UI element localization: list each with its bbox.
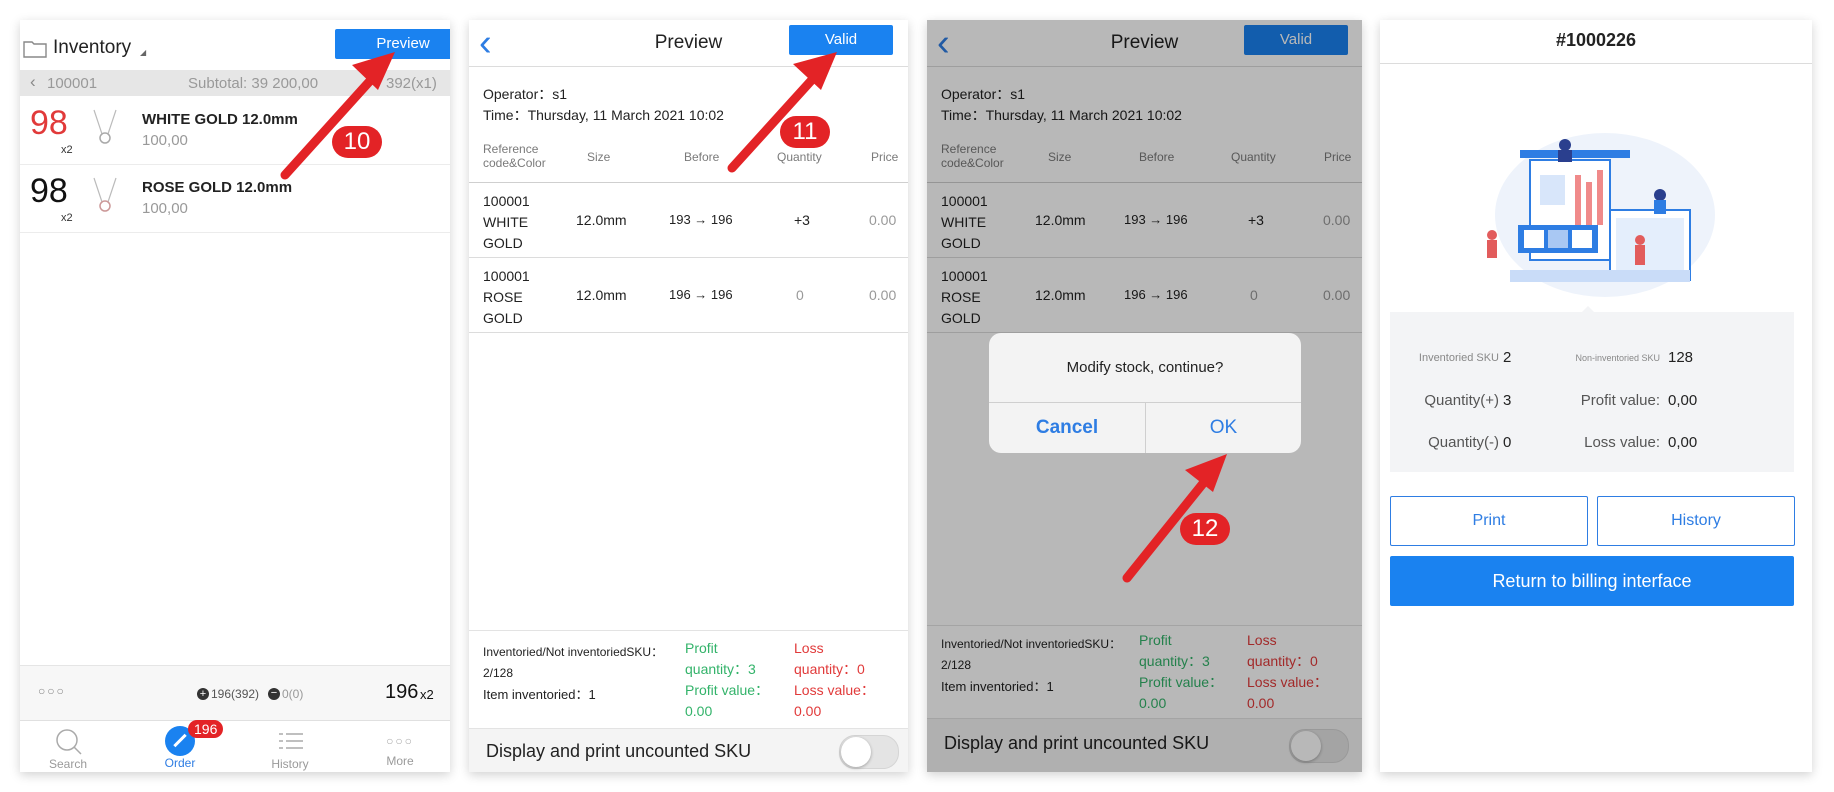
result-screen: #1000226 Inventoried SKU 2 Non-inventori… (1380, 20, 1812, 772)
preview-button[interactable]: Preview (335, 29, 450, 59)
ok-button[interactable]: OK (1146, 417, 1301, 439)
back-code[interactable]: 100001 (47, 75, 97, 92)
item-price: 100,00 (142, 200, 188, 217)
tab-label: History (271, 757, 309, 771)
header-size: Size (587, 150, 611, 164)
subtotal-text: Subtotal: 39 200,00 (188, 75, 319, 92)
item-price: 100,00 (142, 132, 188, 149)
step-badge: 10 (332, 126, 382, 158)
confirm-dialog-screen: ‹ Preview Valid Operator：s1 Time：Thursda… (927, 20, 1362, 772)
return-to-billing-button[interactable]: Return to billing interface (1390, 556, 1794, 606)
table-row[interactable]: 100001 WHITE GOLD 12.0mm 193 → 196 +3 0.00 (469, 183, 908, 257)
count-multiplier: x2 (61, 212, 73, 224)
confirm-dialog: Modify stock, continue? Cancel OK (989, 333, 1301, 453)
operator-text: Operator：s1 (483, 86, 568, 102)
header-quantity: Quantity (777, 150, 822, 164)
list-item[interactable]: 98 x2 ROSE GOLD 12.0mm 100,00 (20, 164, 450, 233)
preview-screen: ‹ Preview Valid Operator：s1 Time：Thursda… (469, 20, 908, 772)
inventoried-sku-label: Inventoried SKU (1418, 352, 1499, 364)
item-name: WHITE GOLD 12.0mm (142, 111, 298, 128)
tab-order[interactable]: Order 196 (135, 720, 225, 770)
print-button[interactable]: Print (1390, 496, 1588, 546)
step-badge: 11 (780, 116, 830, 148)
total-count: 196 (385, 681, 419, 703)
tab-label: Order (164, 756, 196, 770)
quantity-plus-value: 3 (1503, 392, 1512, 409)
loss-value: 0,00 (1668, 434, 1698, 451)
table-row[interactable]: 100001 ROSE GOLD 12.0mm 196 → 196 0 0.00 (469, 258, 908, 332)
plus-count: 196(392) (211, 687, 260, 701)
profit-summary: Profit quantity：3 Profit value： 0.00 (685, 640, 770, 719)
step-badge: 12 (1180, 513, 1230, 545)
uncounted-sku-toggle[interactable] (839, 735, 899, 769)
divider (469, 332, 908, 333)
search-icon (56, 729, 82, 755)
tab-label: More (386, 754, 414, 768)
page-title[interactable]: Inventory (53, 37, 131, 59)
subtotal-tail: 392(x1) (386, 75, 437, 92)
minus-circle-icon: − (268, 688, 280, 700)
inventory-screen: Inventory ◢ Preview ‹ 100001 Subtotal: 3… (20, 20, 450, 772)
list-item[interactable]: 98 x2 WHITE GOLD 12.0mm 100,00 (20, 96, 450, 165)
tab-search[interactable]: Search (23, 726, 113, 771)
inventory-illustration (1487, 133, 1715, 297)
folder-icon[interactable] (23, 38, 47, 58)
order-number: #1000226 (1555, 30, 1637, 50)
necklace-thumbnail (93, 177, 117, 212)
order-count-badge: 196 (188, 720, 224, 738)
time-text: Time：Thursday, 11 March 2021 10:02 (483, 107, 724, 123)
valid-button[interactable]: Valid (789, 25, 893, 55)
total-multiplier: x2 (420, 687, 434, 702)
cancel-button[interactable]: Cancel (989, 417, 1145, 439)
tab-bar: Search Order 196 History ○○○ More (20, 720, 450, 772)
quantity-minus-label: Quantity(-) (1428, 434, 1499, 451)
loss-summary: Loss quantity：0 Loss value： 0.00 (794, 640, 875, 719)
more-icon: ○○○ (386, 734, 414, 748)
toggle-row: Display and print uncounted SKU (469, 728, 908, 772)
quantity-minus-value: 0 (1503, 434, 1512, 451)
item-name: ROSE GOLD 12.0mm (142, 179, 293, 196)
count-multiplier: x2 (61, 144, 73, 156)
loss-value-label: Loss value: (1584, 434, 1660, 451)
tab-label: Search (48, 757, 88, 771)
chevron-left-icon[interactable]: ‹ (30, 72, 36, 92)
stats-panel: Inventoried SKU 2 Non-inventoried SKU 12… (1390, 312, 1794, 472)
header-price: Price (871, 150, 899, 164)
profit-value-label: Profit value: (1580, 392, 1660, 409)
more-dots[interactable]: ○○○ (38, 684, 66, 698)
count-value: 98 (30, 172, 68, 210)
toggle-label: Display and print uncounted SKU (486, 741, 752, 761)
header-reference: Reference code&Color (483, 142, 546, 170)
inventoried-sku-value: 2 (1503, 349, 1512, 366)
profit-value: 0,00 (1668, 392, 1698, 409)
subtotal-bar: ‹ 100001 Subtotal: 39 200,00 392(x1) (20, 70, 450, 96)
chevron-down-icon: ◢ (140, 48, 147, 57)
stats-pointer (1580, 306, 1596, 314)
divider (1380, 63, 1812, 64)
header-before: Before (684, 150, 720, 164)
count-value: 98 (30, 104, 68, 142)
non-inventoried-sku-value: 128 (1668, 349, 1694, 366)
divider (469, 66, 908, 67)
non-inventoried-sku-label: Non-inventoried SKU (1575, 353, 1660, 363)
tab-more[interactable]: ○○○ More (355, 726, 445, 768)
dialog-message: Modify stock, continue? (1066, 359, 1224, 376)
quantity-plus-label: Quantity(+) (1424, 392, 1499, 409)
summary-left: Inventoried/Not inventoriedSKU： 2/128 It… (483, 645, 664, 702)
tab-history[interactable]: History (245, 726, 335, 771)
summary-bar: ○○○ + 196(392) − 0(0) 196 x2 (20, 666, 450, 720)
necklace-thumbnail (93, 109, 117, 144)
minus-count: 0(0) (282, 687, 304, 701)
list-icon (279, 733, 303, 749)
plus-circle-icon: + (197, 688, 209, 700)
history-button[interactable]: History (1597, 496, 1795, 546)
divider (469, 630, 908, 631)
